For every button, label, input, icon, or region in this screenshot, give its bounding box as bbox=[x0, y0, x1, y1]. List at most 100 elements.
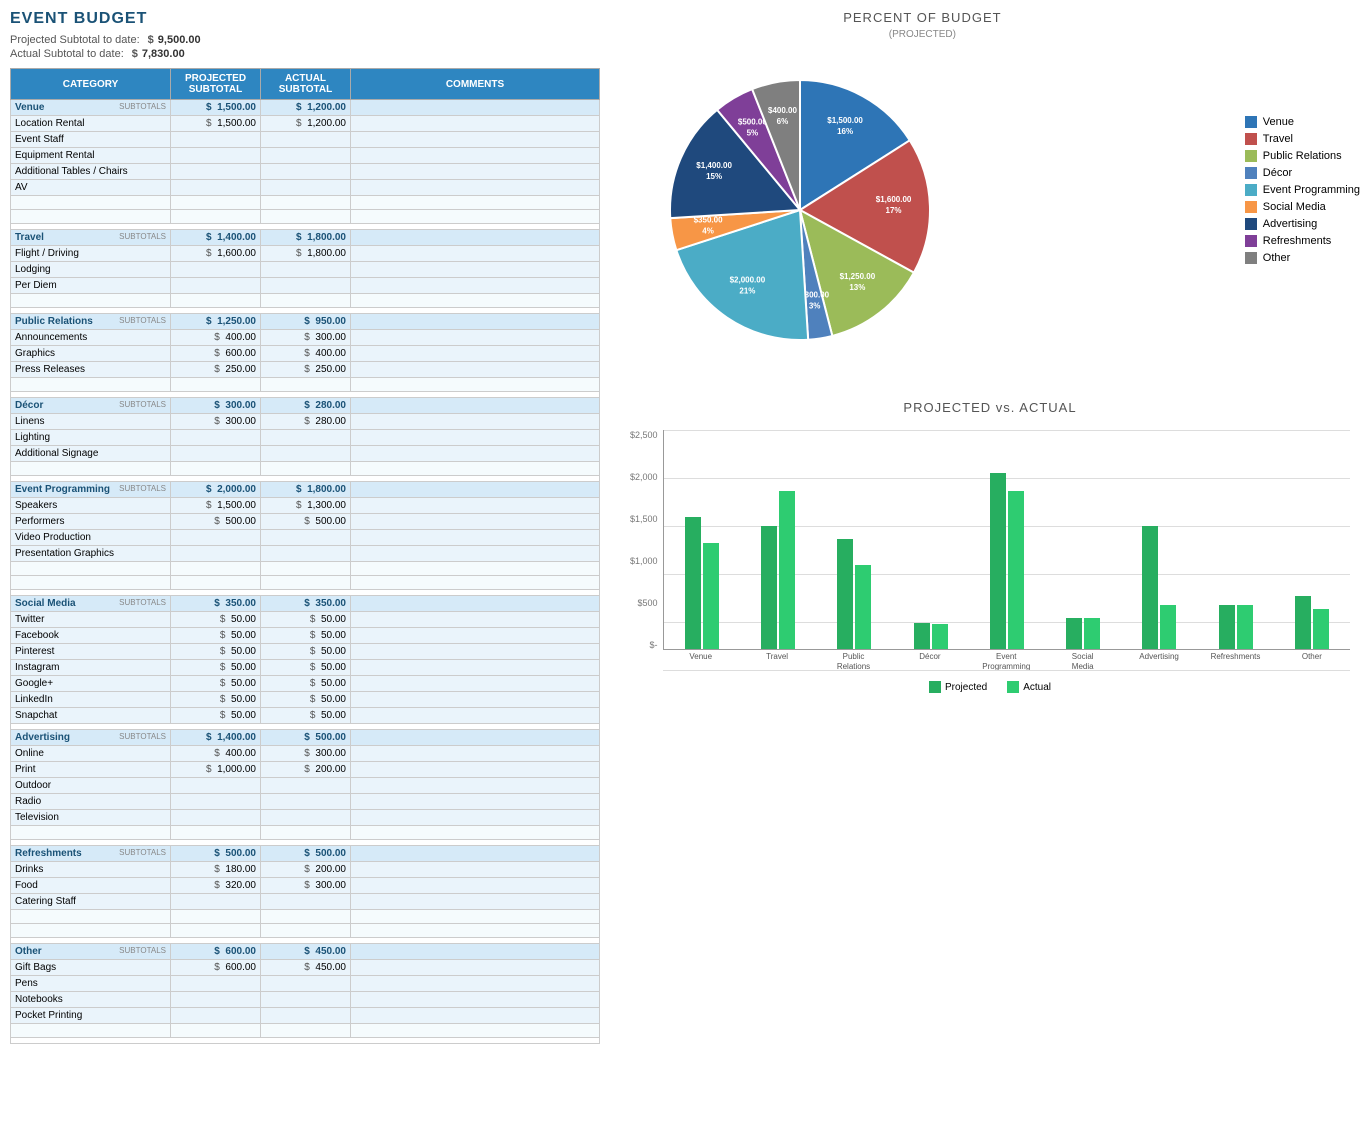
legend-color bbox=[1245, 252, 1257, 264]
item-projected: $ 180.00 bbox=[171, 862, 261, 878]
item-name: Speakers bbox=[11, 498, 171, 514]
legend-label: Décor bbox=[1263, 167, 1292, 179]
category-name: Refreshments SUBTOTALS bbox=[11, 846, 171, 862]
item-name: Pens bbox=[11, 976, 171, 992]
item-projected: $ 500.00 bbox=[171, 514, 261, 530]
bar-actual bbox=[855, 565, 871, 649]
category-actual: $ 1,800.00 bbox=[261, 482, 351, 498]
item-projected: $ 1,500.00 bbox=[171, 116, 261, 132]
bar-label: PublicRelations bbox=[815, 652, 891, 671]
projected-value: 9,500.00 bbox=[158, 34, 201, 46]
table-row bbox=[11, 294, 600, 308]
item-name: Additional Signage bbox=[11, 446, 171, 462]
svg-text:4%: 4% bbox=[702, 227, 714, 236]
item-comments bbox=[351, 330, 600, 346]
item-comments bbox=[351, 116, 600, 132]
item-projected: $ 50.00 bbox=[171, 628, 261, 644]
item-projected bbox=[171, 132, 261, 148]
item-comments bbox=[351, 514, 600, 530]
actual-value: 7,830.00 bbox=[142, 48, 185, 60]
item-actual: $ 50.00 bbox=[261, 644, 351, 660]
item-name: Pinterest bbox=[11, 644, 171, 660]
item-comments bbox=[351, 530, 600, 546]
item-name: Google+ bbox=[11, 676, 171, 692]
table-row bbox=[11, 378, 600, 392]
svg-text:$1,400.00: $1,400.00 bbox=[696, 161, 732, 170]
item-actual bbox=[261, 446, 351, 462]
item-projected: $ 50.00 bbox=[171, 692, 261, 708]
bar-label: Décor bbox=[892, 652, 968, 671]
actual-label: Actual Subtotal to date: bbox=[10, 48, 124, 60]
item-comments bbox=[351, 546, 600, 562]
item-projected: $ 600.00 bbox=[171, 346, 261, 362]
item-actual bbox=[261, 1008, 351, 1024]
bar-chart-section: PROJECTED vs. ACTUAL $2,500$2,000$1,500$… bbox=[620, 400, 1360, 693]
legend-actual-label: Actual bbox=[1023, 682, 1051, 693]
item-comments bbox=[351, 976, 600, 992]
item-name: Online bbox=[11, 746, 171, 762]
category-comments bbox=[351, 398, 600, 414]
table-row: Per Diem bbox=[11, 278, 600, 294]
pie-chart: $1,500.0016%$1,600.0017%$1,250.0013%$300… bbox=[640, 50, 960, 370]
legend-item: Travel bbox=[1245, 133, 1360, 145]
item-actual: $ 250.00 bbox=[261, 362, 351, 378]
item-name: Graphics bbox=[11, 346, 171, 362]
table-row: Social Media SUBTOTALS $ 350.00 $ 350.00 bbox=[11, 596, 600, 612]
projected-dollar: $ bbox=[148, 34, 154, 46]
legend-item: Advertising bbox=[1245, 218, 1360, 230]
bar-chart-title: PROJECTED vs. ACTUAL bbox=[620, 400, 1360, 415]
table-row: Lodging bbox=[11, 262, 600, 278]
item-projected: $ 1,000.00 bbox=[171, 762, 261, 778]
item-name: Instagram bbox=[11, 660, 171, 676]
item-name: Performers bbox=[11, 514, 171, 530]
table-row: Additional Signage bbox=[11, 446, 600, 462]
table-row: Flight / Driving $ 1,600.00 $ 1,800.00 bbox=[11, 246, 600, 262]
table-row: Notebooks bbox=[11, 992, 600, 1008]
item-projected bbox=[171, 992, 261, 1008]
col-header-category: CATEGORY bbox=[11, 69, 171, 100]
item-comments bbox=[351, 180, 600, 196]
item-actual bbox=[261, 778, 351, 794]
item-actual bbox=[261, 180, 351, 196]
item-comments bbox=[351, 246, 600, 262]
legend-actual: Actual bbox=[1007, 681, 1051, 693]
item-name: Print bbox=[11, 762, 171, 778]
table-row: Linens $ 300.00 $ 280.00 bbox=[11, 414, 600, 430]
table-row: Drinks $ 180.00 $ 200.00 bbox=[11, 862, 600, 878]
bar-actual bbox=[1008, 491, 1024, 649]
table-row: Announcements $ 400.00 $ 300.00 bbox=[11, 330, 600, 346]
item-actual bbox=[261, 132, 351, 148]
item-actual bbox=[261, 894, 351, 910]
category-actual: $ 450.00 bbox=[261, 944, 351, 960]
table-row: Travel SUBTOTALS $ 1,400.00 $ 1,800.00 bbox=[11, 230, 600, 246]
item-actual: $ 1,300.00 bbox=[261, 498, 351, 514]
svg-text:$1,250.00: $1,250.00 bbox=[840, 272, 876, 281]
legend-actual-color bbox=[1007, 681, 1019, 693]
legend-item: Public Relations bbox=[1245, 150, 1360, 162]
bar-projected bbox=[1219, 605, 1235, 649]
bar-actual bbox=[1160, 605, 1176, 649]
item-comments bbox=[351, 148, 600, 164]
item-projected bbox=[171, 278, 261, 294]
item-projected: $ 250.00 bbox=[171, 362, 261, 378]
item-actual: $ 1,800.00 bbox=[261, 246, 351, 262]
legend-item: Venue bbox=[1245, 116, 1360, 128]
item-actual: $ 50.00 bbox=[261, 692, 351, 708]
table-row: Public Relations SUBTOTALS $ 1,250.00 $ … bbox=[11, 314, 600, 330]
item-actual: $ 200.00 bbox=[261, 862, 351, 878]
category-comments bbox=[351, 482, 600, 498]
item-projected: $ 50.00 bbox=[171, 676, 261, 692]
table-row: Additional Tables / Chairs bbox=[11, 164, 600, 180]
svg-text:13%: 13% bbox=[849, 283, 865, 292]
item-actual bbox=[261, 992, 351, 1008]
table-row: Catering Staff bbox=[11, 894, 600, 910]
category-comments bbox=[351, 100, 600, 116]
item-actual bbox=[261, 546, 351, 562]
item-projected bbox=[171, 180, 261, 196]
legend-color bbox=[1245, 150, 1257, 162]
category-actual: $ 950.00 bbox=[261, 314, 351, 330]
bar-actual bbox=[1084, 618, 1100, 649]
legend-color bbox=[1245, 184, 1257, 196]
bar-group bbox=[664, 517, 740, 649]
item-projected: $ 50.00 bbox=[171, 708, 261, 724]
